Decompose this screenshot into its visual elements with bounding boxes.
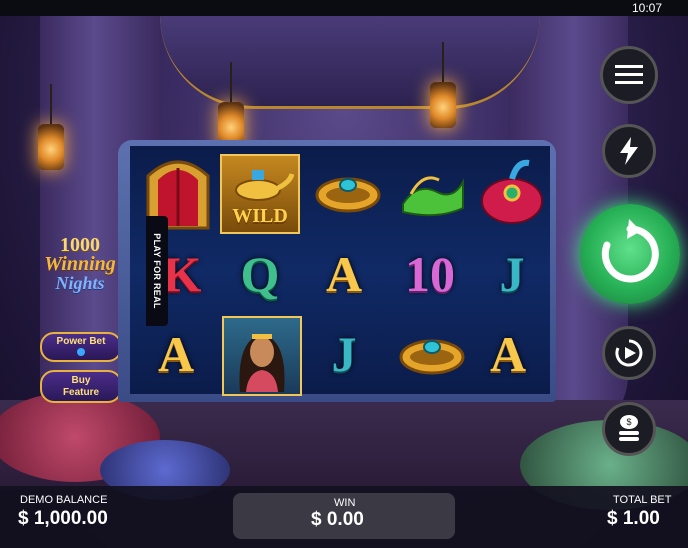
balance-label: DEMO BALANCE xyxy=(20,494,108,506)
symbol-A-text: A xyxy=(489,326,527,382)
symbol-princess xyxy=(222,316,302,396)
buy-feature-button[interactable]: Buy Feature xyxy=(40,370,122,403)
symbol-A-text: A xyxy=(325,246,363,302)
game-logo: 1000 Winning Nights xyxy=(34,234,126,300)
reel-area: WILD K Q A 10 J A J A xyxy=(130,146,550,396)
symbol-J-text: J xyxy=(499,246,525,302)
symbol-Q-text: Q xyxy=(240,246,280,302)
symbol-gold-bracelet xyxy=(310,154,386,230)
logo-line-1: 1000 xyxy=(60,234,100,256)
spin-arrow-icon xyxy=(601,219,659,283)
win-label: WIN xyxy=(334,497,356,509)
autoplay-icon xyxy=(615,339,643,367)
total-bet-label: TOTAL BET xyxy=(613,494,672,506)
status-bar: 10:07 xyxy=(0,0,688,16)
symbol-J-text: J xyxy=(331,326,357,382)
wild-label: WILD xyxy=(232,205,288,227)
bet-button[interactable]: $ xyxy=(602,402,656,456)
logo-line-2: Winning xyxy=(44,253,116,275)
symbol-J: J xyxy=(474,236,550,312)
power-bet-indicator-icon xyxy=(77,348,85,356)
svg-text:$: $ xyxy=(626,417,631,427)
symbol-J: J xyxy=(306,316,382,392)
autoplay-button[interactable] xyxy=(602,326,656,380)
game-stage: 10:07 1000 Winning Nights Power Bet Buy … xyxy=(0,0,688,548)
top-drape xyxy=(160,16,540,109)
symbol-lamp-wild: WILD xyxy=(220,154,300,234)
symbol-K-text: K xyxy=(162,246,202,302)
symbol-gold-bracelet xyxy=(394,316,470,392)
lantern-icon xyxy=(38,84,64,170)
play-for-real-tab[interactable]: PLAY FOR REAL xyxy=(146,216,168,326)
symbol-Q: Q xyxy=(222,236,298,312)
balance-value: $ 1,000.00 xyxy=(18,508,108,529)
symbol-green-slippers xyxy=(394,154,470,230)
coin-stack-icon: $ xyxy=(619,415,639,441)
buy-feature-label-1: Buy xyxy=(71,375,91,386)
symbol-10-text: 10 xyxy=(405,246,455,302)
logo-line-3: Nights xyxy=(55,273,105,293)
symbol-A: A xyxy=(138,316,214,392)
symbol-A: A xyxy=(470,316,546,392)
symbol-A-text: A xyxy=(157,326,195,382)
symbol-red-turban xyxy=(474,154,550,230)
symbol-A: A xyxy=(306,236,382,312)
buy-feature-label-2: Feature xyxy=(62,387,100,398)
turbo-button[interactable] xyxy=(602,124,656,178)
clock: 10:07 xyxy=(631,1,662,15)
lightning-icon xyxy=(620,137,638,165)
play-for-real-label: PLAY FOR REAL xyxy=(152,233,162,309)
total-bet-value: $ 1.00 xyxy=(607,508,660,529)
lantern-icon xyxy=(430,42,456,128)
power-bet-label: Power Bet xyxy=(56,336,106,347)
menu-button[interactable] xyxy=(600,46,658,104)
symbol-10: 10 xyxy=(392,236,468,312)
power-bet-button[interactable]: Power Bet xyxy=(40,332,122,362)
spin-button[interactable] xyxy=(580,204,680,304)
win-value: $ 0.00 xyxy=(311,509,364,530)
hamburger-menu-icon xyxy=(615,65,643,84)
